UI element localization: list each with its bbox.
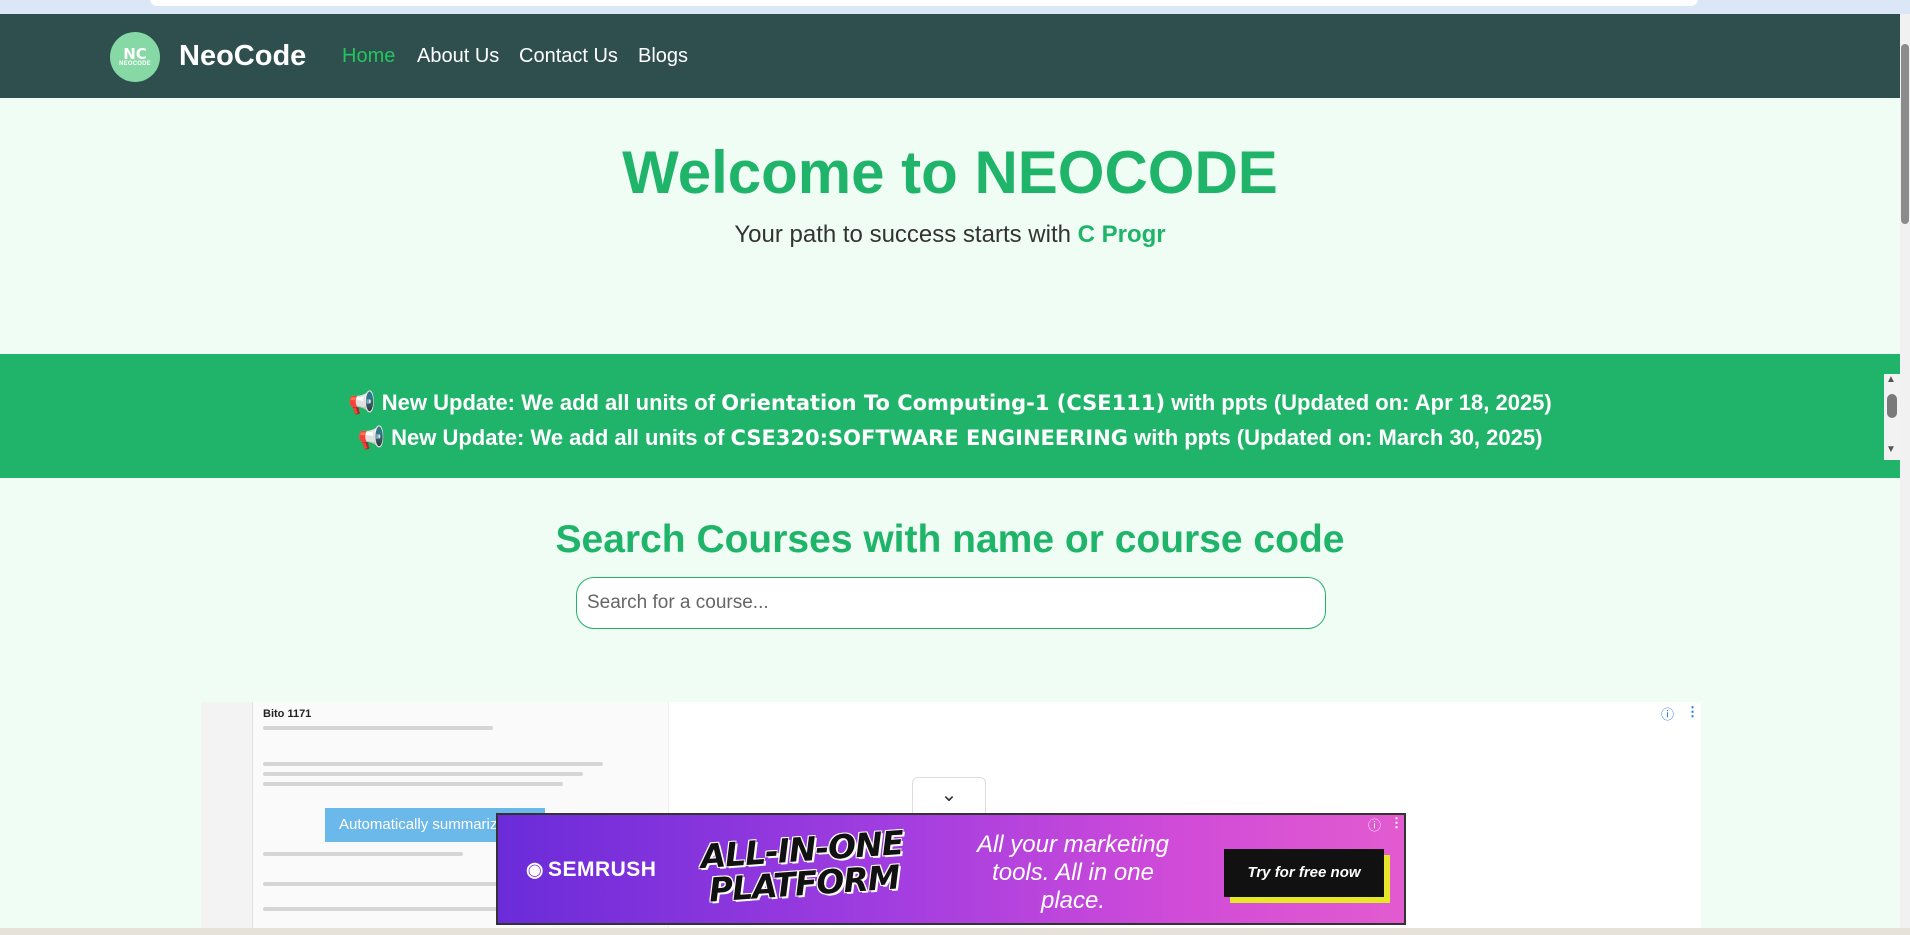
update-course: Orientation To Computing-1 (CSE111) [721, 391, 1166, 415]
page-scrollbar[interactable] [1900, 14, 1910, 935]
ad-line [263, 852, 463, 856]
nav-link-contact-us[interactable]: Contact Us [519, 45, 618, 68]
scroll-down-icon[interactable]: ▼ [1886, 444, 1896, 455]
navbar: NC NEOCODE NeoCode Home About Us Contact… [0, 14, 1900, 98]
update-prefix: New Update: We add all units of [391, 425, 725, 450]
update-item: 📢 New Update: We add all units of CSE320… [0, 425, 1900, 451]
update-course: CSE320:SOFTWARE ENGINEERING [730, 426, 1129, 450]
ad-info-icon[interactable]: ⓘ [1661, 704, 1674, 723]
semrush-headline: ALL-IN-ONE PLATFORM [699, 823, 905, 910]
nav-link-blogs[interactable]: Blogs [638, 45, 688, 68]
ad-line [263, 782, 563, 786]
updates-scrollbar[interactable]: ▲ ▼ [1884, 374, 1900, 460]
semrush-ad[interactable]: ◉ SEMRUSH ALL-IN-ONE PLATFORM All your ma… [496, 813, 1406, 925]
ad-line [263, 907, 513, 911]
updates-scroll-thumb[interactable] [1887, 394, 1897, 418]
nav-link-about-us[interactable]: About Us [417, 45, 499, 68]
browser-toolbar [0, 0, 1910, 14]
semrush-brand: SEMRUSH [547, 858, 657, 881]
try-for-free-button[interactable]: Try for free now [1224, 849, 1384, 897]
typing-highlight: C Progr [1077, 221, 1166, 248]
brand-name[interactable]: NeoCode [179, 40, 306, 73]
logo-glyph: NC [123, 45, 147, 63]
hero-title: Welcome to NEOCODE [622, 139, 1278, 206]
taskbar [0, 928, 1910, 935]
semrush-tagline: All your marketing tools. All in one pla… [976, 831, 1170, 914]
chevron-down-icon: ⌄ [940, 784, 958, 806]
ad-line [263, 726, 493, 730]
semrush-menu-icon[interactable]: ⋮ [1390, 815, 1403, 831]
ad-line [263, 762, 603, 766]
update-suffix: with ppts (Updated on: Apr 18, 2025) [1171, 390, 1552, 415]
update-prefix: New Update: We add all units of [381, 390, 716, 415]
semrush-info-icon[interactable]: ⓘ [1368, 815, 1381, 834]
page-scroll-thumb[interactable] [1901, 44, 1909, 224]
ad-menu-icon[interactable]: ⋮ [1686, 704, 1699, 720]
ad-collapse-button[interactable]: ⌄ [912, 777, 986, 813]
semrush-swirl-icon: ◉ [526, 859, 544, 881]
hero-subtitle-prefix: Your path to success starts with [734, 221, 1071, 248]
address-bar[interactable] [150, 0, 1698, 6]
logo-text: NEOCODE [119, 61, 151, 67]
update-suffix: with ppts (Updated on: March 30, 2025) [1134, 425, 1543, 450]
updates-banner: 📢 New Update: We add all units of Orient… [0, 354, 1900, 478]
scroll-up-icon[interactable]: ▲ [1886, 374, 1896, 385]
course-search-input[interactable] [576, 577, 1326, 629]
semrush-logo: ◉ SEMRUSH [526, 857, 656, 882]
megaphone-icon: 📢 [348, 390, 376, 415]
hero-subtitle: Your path to success starts with C Progr [0, 221, 1900, 249]
hero-section: Welcome to NEOCODE Your path to success … [0, 98, 1900, 353]
ad-line [263, 772, 583, 776]
ad-screenshot-title: Bito 1171 [263, 708, 312, 720]
neocode-logo[interactable]: NC NEOCODE [110, 32, 160, 82]
ad-sidebar [201, 702, 253, 935]
update-item: 📢 New Update: We add all units of Orient… [0, 390, 1900, 416]
megaphone-icon: 📢 [357, 425, 385, 450]
nav-link-home[interactable]: Home [342, 45, 395, 68]
search-heading: Search Courses with name or course code [555, 518, 1345, 561]
